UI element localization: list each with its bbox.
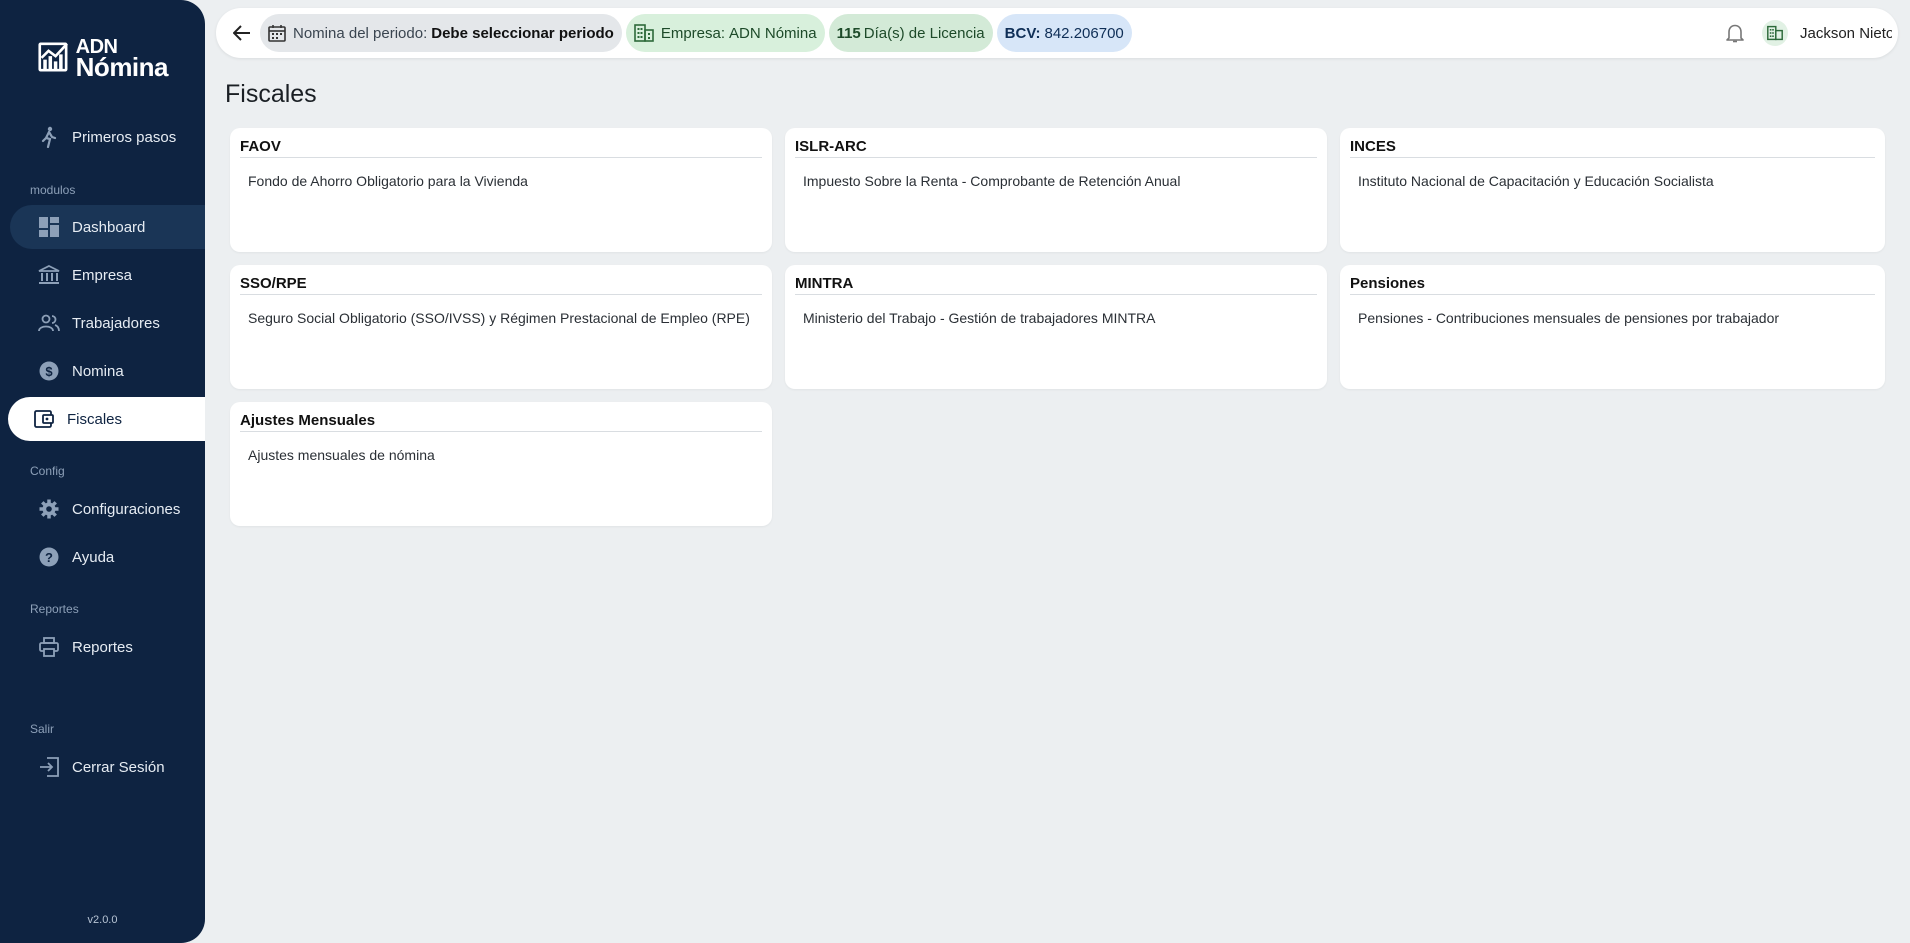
sidebar-item-fiscales[interactable]: Fiscales — [8, 397, 205, 441]
card-description: Ajustes mensuales de nómina — [248, 447, 435, 463]
app-logo[interactable]: ADN Nómina — [38, 36, 169, 82]
sidebar-item-primeros-pasos[interactable]: Primeros pasos — [10, 115, 205, 159]
sidebar-item-label: Dashboard — [72, 218, 146, 236]
sidebar-item-label: Nomina — [72, 362, 124, 380]
card-description: Impuesto Sobre la Renta - Comprobante de… — [803, 173, 1181, 189]
card-faov[interactable]: FAOV Fondo de Ahorro Obligatorio para la… — [230, 128, 772, 252]
license-count: 115 — [836, 24, 861, 42]
sidebar-item-label: Ayuda — [72, 548, 115, 566]
back-button[interactable] — [224, 15, 260, 51]
section-reportes: Reportes — [30, 602, 79, 616]
arrow-left-icon — [233, 25, 250, 41]
card-description: Instituto Nacional de Capacitación y Edu… — [1358, 173, 1714, 189]
logo-chart-icon — [38, 42, 68, 72]
card-description: Ministerio del Trabajo - Gestión de trab… — [803, 310, 1156, 326]
help-icon: ? — [38, 546, 60, 568]
top-bar: Nomina del periodo: Debe seleccionar per… — [216, 8, 1898, 58]
sidebar-item-label: Configuraciones — [72, 500, 181, 518]
card-title: INCES — [1350, 138, 1875, 158]
sidebar-item-label: Primeros pasos — [72, 128, 177, 146]
sidebar-item-label: Cerrar Sesión — [72, 758, 165, 776]
card-pensiones[interactable]: Pensiones Pensiones - Contribuciones men… — [1340, 265, 1885, 389]
license-label: Día(s) de Licencia — [863, 24, 985, 42]
building-icon — [634, 24, 654, 42]
card-ajustes-mensuales[interactable]: Ajustes Mensuales Ajustes mensuales de n… — [230, 402, 772, 526]
company-value: ADN Nómina — [729, 24, 817, 42]
card-description: Pensiones - Contribuciones mensuales de … — [1358, 310, 1780, 326]
calendar-icon — [268, 25, 286, 42]
sidebar-item-label: Empresa — [72, 266, 133, 284]
bcv-chip[interactable]: BCV: 842.206700 — [996, 14, 1132, 52]
card-title: MINTRA — [795, 275, 1317, 295]
sidebar-item-cerrar-sesion[interactable]: Cerrar Sesión — [10, 745, 205, 789]
card-inces[interactable]: INCES Instituto Nacional de Capacitación… — [1340, 128, 1885, 252]
wallet-icon — [33, 408, 55, 430]
sidebar-item-label: Fiscales — [67, 410, 123, 428]
app-version: v2.0.0 — [87, 914, 118, 926]
period-chip[interactable]: Nomina del periodo: Debe seleccionar per… — [260, 14, 622, 52]
company-chip[interactable]: Empresa: ADN Nómina — [625, 14, 825, 52]
card-title: ISLR-ARC — [795, 138, 1317, 158]
sidebar-item-nomina[interactable]: $ Nomina — [10, 349, 205, 393]
company-label: Empresa: — [660, 24, 726, 42]
card-title: SSO/RPE — [240, 275, 762, 295]
sidebar-item-reportes[interactable]: Reportes — [10, 625, 205, 669]
card-description: Fondo de Ahorro Obligatorio para la Vivi… — [248, 173, 528, 189]
people-icon — [38, 312, 60, 334]
logout-icon — [38, 756, 60, 778]
sidebar-item-empresa[interactable]: Empresa — [10, 253, 205, 297]
dollar-icon: $ — [38, 360, 60, 382]
sidebar-item-configuraciones[interactable]: Configuraciones — [10, 487, 205, 531]
company-switch-icon[interactable] — [1762, 20, 1788, 46]
card-islr-arc[interactable]: ISLR-ARC Impuesto Sobre la Renta - Compr… — [785, 128, 1327, 252]
card-title: Pensiones — [1350, 275, 1875, 295]
card-sso-rpe[interactable]: SSO/RPE Seguro Social Obligatorio (SSO/I… — [230, 265, 772, 389]
section-modulos: modulos — [30, 183, 76, 197]
card-mintra[interactable]: MINTRA Ministerio del Trabajo - Gestión … — [785, 265, 1327, 389]
sidebar-item-dashboard[interactable]: Dashboard — [10, 205, 205, 249]
dashboard-icon — [38, 216, 60, 238]
svg-text:$: $ — [45, 364, 53, 379]
period-value: Debe seleccionar periodo — [431, 24, 614, 42]
sidebar-item-ayuda[interactable]: ? Ayuda — [10, 535, 205, 579]
logo-text: ADN Nómina — [75, 37, 169, 82]
sidebar-item-label: Reportes — [72, 638, 133, 656]
user-name[interactable]: Jackson Nieto — [1800, 25, 1892, 42]
bell-icon[interactable] — [1720, 18, 1750, 48]
bank-icon — [38, 264, 60, 286]
top-right-area: Jackson Nieto — [1720, 8, 1892, 58]
svg-text:?: ? — [45, 550, 53, 565]
printer-icon — [38, 636, 60, 658]
license-chip[interactable]: 115 Día(s) de Licencia — [828, 14, 993, 52]
sidebar: ADN Nómina Primeros pasos modulos Dashbo… — [0, 0, 205, 943]
walking-icon — [38, 126, 60, 148]
card-description: Seguro Social Obligatorio (SSO/IVSS) y R… — [248, 310, 750, 326]
bcv-label: BCV: — [1004, 24, 1041, 42]
card-title: Ajustes Mensuales — [240, 412, 762, 432]
gear-icon — [38, 498, 60, 520]
sidebar-item-trabajadores[interactable]: Trabajadores — [10, 301, 205, 345]
card-title: FAOV — [240, 138, 762, 158]
sidebar-item-label: Trabajadores — [72, 314, 160, 332]
period-label: Nomina del periodo: — [293, 24, 428, 42]
section-salir: Salir — [30, 722, 55, 736]
bcv-value: 842.206700 — [1044, 24, 1124, 42]
logo-line-2: Nómina — [75, 52, 169, 82]
page-title: Fiscales — [225, 80, 317, 108]
section-config: Config — [30, 464, 65, 478]
